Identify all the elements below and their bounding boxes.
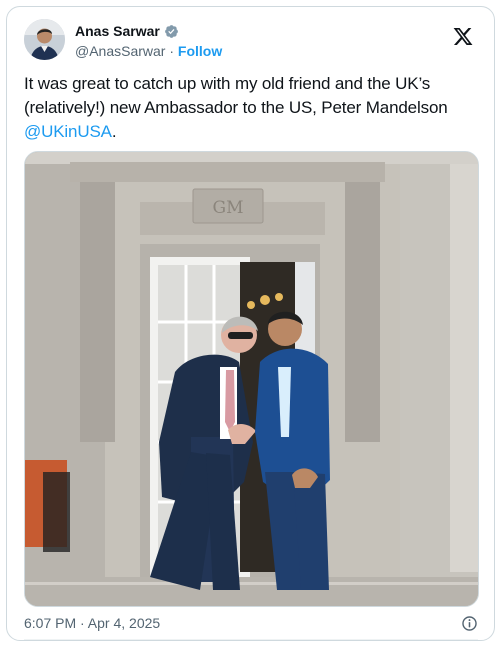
post-meta-row: 6:07 PM · Apr 4, 2025: [24, 611, 478, 635]
mention-link-ukinusa[interactable]: @UKinUSA: [24, 122, 112, 141]
author-handle-row: @AnasSarwar · Follow: [75, 42, 435, 60]
embedded-post-card: Anas Sarwar @AnasSarwar · Follow It was …: [6, 6, 495, 641]
post-timestamp[interactable]: 6:07 PM · Apr 4, 2025: [24, 614, 160, 632]
info-icon[interactable]: [461, 615, 478, 632]
post-image[interactable]: GM: [24, 151, 479, 607]
post-text: It was great to catch up with my old fri…: [24, 72, 482, 144]
handle-separator: ·: [165, 43, 178, 59]
follow-button[interactable]: Follow: [178, 43, 222, 59]
author-handle[interactable]: @AnasSarwar: [75, 43, 165, 59]
post-text-end: .: [111, 122, 117, 141]
post-text-main: It was great to catch up with my old fri…: [24, 74, 448, 117]
avatar[interactable]: [24, 19, 65, 60]
post-header: Anas Sarwar @AnasSarwar · Follow: [24, 19, 480, 67]
author-display-name[interactable]: Anas Sarwar: [75, 22, 160, 40]
post-photo: GM: [25, 152, 478, 606]
verified-badge-icon: [164, 24, 178, 38]
x-logo-icon[interactable]: [452, 26, 474, 47]
avatar-icon: [24, 19, 65, 60]
svg-text:GM: GM: [213, 198, 244, 218]
author-identity: Anas Sarwar @AnasSarwar · Follow: [75, 22, 435, 60]
bottom-divider: [24, 639, 478, 640]
